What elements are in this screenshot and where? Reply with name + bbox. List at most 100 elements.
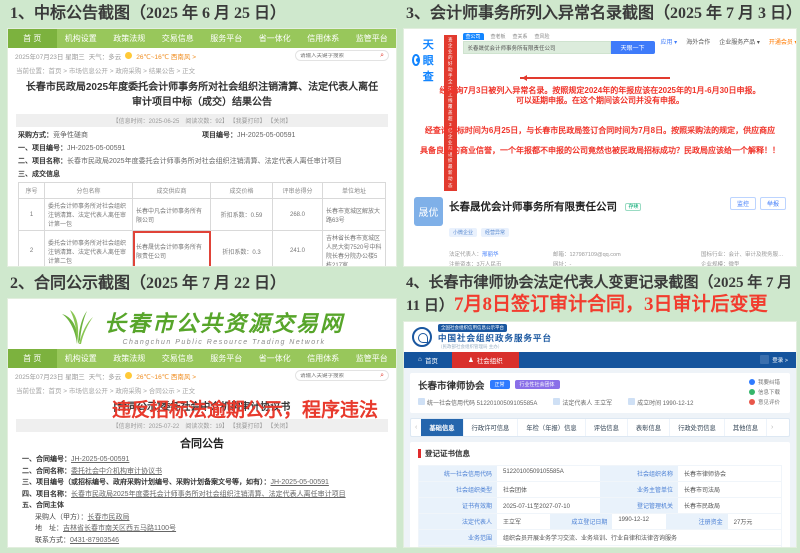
tyc-logo[interactable]: 天眼查 — [412, 33, 438, 84]
cell-address: 吉林省长春市宽城区人民大街7520号中科院长春分院办公楼5栋217室 — [323, 231, 386, 267]
report-button[interactable]: 举报 — [760, 197, 786, 210]
tab-admin-penalty[interactable]: 行政处罚信息 — [670, 419, 725, 436]
search-input[interactable] — [300, 373, 380, 379]
nav-item[interactable]: 机构设置 — [57, 29, 106, 48]
download-action[interactable]: 信息下载 — [749, 388, 780, 396]
field-label: 业务范围 — [419, 530, 497, 545]
collage-page: 1、中标公告截图（2025 年 6 月 25 日） 首 页 机构设置 政策法规 … — [0, 0, 800, 553]
tab-annual-report[interactable]: 年检（年报）信息 — [518, 419, 585, 436]
search-icon[interactable]: ⌕ — [380, 52, 384, 59]
section4-heading: 4、长春市律师协会法定代表人变更记录截图（2025 年 7 月 11 日）7月8… — [406, 274, 796, 317]
monitor-button[interactable]: 监控 — [730, 197, 756, 210]
tab-admin-license[interactable]: 行政许可信息 — [464, 419, 519, 436]
platform-pill: 全国社会组织信用信息公示平台 — [438, 324, 507, 332]
nav-item[interactable]: 交易信息 — [154, 29, 203, 48]
eye-icon — [412, 54, 420, 66]
cell-seq: 1 — [19, 199, 45, 231]
section-header: 登记证书信息 — [418, 448, 782, 459]
nav-home[interactable]: ⌂首页 — [404, 352, 452, 368]
tab-relation[interactable]: 查关系 — [513, 33, 528, 40]
menu-overseas[interactable]: 海外合作 — [686, 37, 710, 46]
date-weather-bar: 2025年07月23日 星期三 天气：多云 26℃~16℃ 西南风 > ⌕ — [8, 48, 396, 63]
nav-item-home[interactable]: 首 页 — [8, 349, 57, 368]
nav-item[interactable]: 监管平台 — [348, 349, 397, 368]
contract-no-value[interactable]: JH-2025-05-00591 — [71, 456, 129, 463]
project-name-value[interactable]: 长春市民政局2025年度委托会计师事务所对社会组织注销清算、法定代表人离任审计项… — [71, 491, 346, 498]
search-icon[interactable]: ⌕ — [380, 372, 384, 379]
purchase-method-value: 竞争性磋商 — [53, 132, 88, 139]
promo-banner[interactable]: 查企业的好助手全面上线 覆盖超3亿企业和组织最新动态 — [444, 35, 457, 191]
buyer-value[interactable]: 长春市民政局 — [88, 514, 130, 521]
nav-item[interactable]: 信用体系 — [299, 29, 348, 48]
menu-vip[interactable]: 开通会员 ▾ — [769, 37, 796, 46]
nav-item[interactable]: 政策法规 — [105, 349, 154, 368]
project-no-value: JH-2025-05-00591 — [237, 132, 295, 139]
feedback-action[interactable]: 意见评价 — [749, 398, 780, 406]
field-value: 2025-07-11至2027-07-10 — [497, 498, 600, 513]
field-label: 法定代表人 — [419, 514, 497, 529]
tab-other-info[interactable]: 其他信息 — [725, 419, 767, 436]
col-header: 分包名称 — [45, 183, 133, 199]
org-summary-card: 长春市律师协会 正常 行业性社会团体 我要纠错 信息下载 意见评价 统一社会信用… — [410, 373, 790, 413]
tab-evaluation[interactable]: 评估信息 — [586, 419, 628, 436]
tag-small-enterprise[interactable]: 小微企业 — [449, 228, 477, 237]
cell-package: 委托会计师事务所对社会组织注销清算、法定代表人离任审计第二包 — [45, 231, 133, 267]
buyer-address-value: 吉林省长春市南关区西五马路1100号 — [63, 525, 176, 532]
contract-name-value[interactable]: 委托社会中介机构审计协议书 — [71, 468, 162, 475]
person-icon: ♟ — [468, 356, 474, 364]
sun-icon — [125, 372, 132, 379]
cell-address: 长春市宽城区解放大路63号 — [323, 199, 386, 231]
search-block: 查公司 查老板 查关系 查风险 天眼一下 — [463, 33, 655, 54]
tab-company[interactable]: 查公司 — [463, 33, 484, 40]
email-text: 邮箱：127987109@qq.com — [553, 250, 689, 260]
rep-link[interactable]: 邢丽华 — [482, 252, 499, 258]
menu-apps[interactable]: 应用 ▾ — [661, 37, 678, 46]
field-label: 注册资金 — [666, 514, 728, 529]
platform-subtitle: （民政部社会组织管理局 主办） — [438, 344, 552, 350]
menu-services[interactable]: 企业服务产品 ▾ — [719, 37, 760, 46]
nav-item[interactable]: 省一体化 — [251, 29, 300, 48]
project-no-value[interactable]: JH-2025-05-00591 — [271, 479, 329, 486]
user-icon — [760, 355, 769, 364]
field-value: 长春市律师协会 — [678, 466, 781, 481]
nav-item[interactable]: 服务平台 — [202, 349, 251, 368]
login-area[interactable]: 登录 > — [760, 355, 796, 364]
tabs-scroll-right[interactable]: › — [767, 424, 777, 431]
tabs-scroll-left[interactable]: ‹ — [411, 424, 421, 431]
nav-item[interactable]: 服务平台 — [202, 29, 251, 48]
nav-item[interactable]: 监管平台 — [348, 29, 397, 48]
nav-item[interactable]: 交易信息 — [154, 349, 203, 368]
nav-item[interactable]: 信用体系 — [299, 349, 348, 368]
platform-nav: ⌂首页 ♟社会组织 登录 > — [404, 352, 796, 368]
tab-boss[interactable]: 查老板 — [491, 33, 506, 40]
website-text: 网址：- — [553, 260, 689, 266]
contract-parties-label: 五、合同主体 — [22, 502, 64, 509]
nav-item-home[interactable]: 首 页 — [8, 29, 57, 48]
capital-text: 注册资本：3万人民币 — [449, 260, 541, 266]
correct-action[interactable]: 我要纠错 — [749, 378, 780, 386]
tab-basic-info[interactable]: 基础信息 — [421, 419, 463, 436]
search-button[interactable]: 天眼一下 — [611, 41, 655, 54]
tag-operating-abnormal[interactable]: 经营异常 — [481, 228, 509, 237]
section-rep-change-record: 4、长春市律师协会法定代表人变更记录截图（2025 年 7 月 11 日）7月8… — [404, 272, 796, 551]
contract-no-label: 一、合同编号： — [22, 456, 71, 463]
nav-item[interactable]: 政策法规 — [105, 29, 154, 48]
search-input[interactable] — [300, 53, 380, 59]
heading-red-annotation: 7月8日签订审计合同，3日审计后变更 — [454, 294, 768, 315]
field-value: 社会团体 — [497, 482, 600, 497]
site-nav: 首 页 机构设置 政策法规 交易信息 服务平台 省一体化 信用体系 监管平台 — [8, 29, 396, 48]
cell-seq: 2 — [19, 231, 45, 267]
tab-commendation[interactable]: 表彰信息 — [628, 419, 670, 436]
nav-social-org-active[interactable]: ♟社会组织 — [452, 352, 519, 368]
company-search-input[interactable] — [463, 41, 611, 54]
col-header: 序号 — [19, 183, 45, 199]
col-header: 成交价格 — [211, 183, 273, 199]
field-label: 社会组织名称 — [600, 466, 678, 481]
nav-item[interactable]: 机构设置 — [57, 349, 106, 368]
tab-risk[interactable]: 查风险 — [535, 33, 550, 40]
buyer-tel-label: 联系方式： — [35, 537, 70, 544]
field-value: 27万元 — [728, 514, 781, 529]
line2-label: 二、项目名称： — [18, 158, 67, 165]
project-name-label: 四、项目名称： — [22, 491, 71, 498]
nav-item[interactable]: 省一体化 — [251, 349, 300, 368]
